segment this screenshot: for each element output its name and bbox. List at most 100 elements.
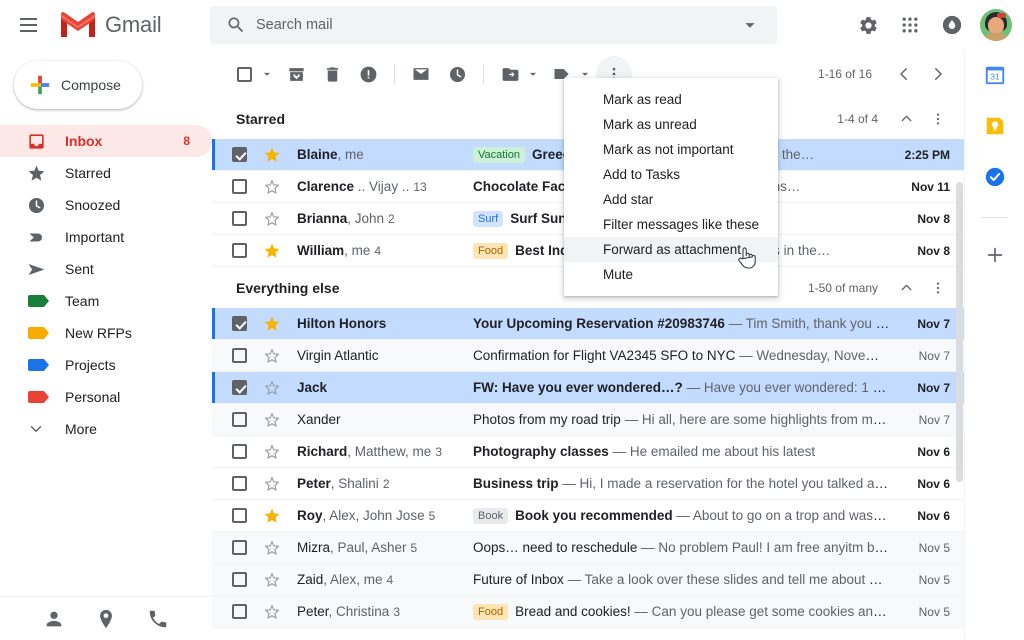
row-checkbox[interactable] <box>232 348 247 363</box>
sidebar: Compose Inbox 8 Starred Snoozed Important Sen… <box>0 50 212 640</box>
row-date: Nov 6 <box>917 444 950 459</box>
avatar[interactable] <box>980 9 1012 41</box>
row-checkbox[interactable] <box>232 412 247 427</box>
move-to-chevron-down-icon[interactable] <box>526 67 540 81</box>
plus-icon[interactable] <box>984 244 1006 266</box>
table-row[interactable]: Virgin Atlantic Confirmation for Flight V… <box>212 340 964 372</box>
menu-item-add-to-tasks[interactable]: Add to Tasks <box>564 162 778 187</box>
star-icon[interactable] <box>263 443 281 461</box>
menu-item-mark-as-not-important[interactable]: Mark as not important <box>564 137 778 162</box>
sidebar-item-new-rfps[interactable]: New RFPs <box>0 317 212 349</box>
mark-unread-button[interactable] <box>403 56 439 92</box>
sidebar-item-team[interactable]: Team <box>0 285 212 317</box>
table-row[interactable]: Peter, Shalini 2 Business trip — Hi, I mad… <box>212 468 964 500</box>
row-checkbox[interactable] <box>232 572 247 587</box>
menu-item-mark-as-read[interactable]: Mark as read <box>564 87 778 112</box>
report-spam-button[interactable] <box>350 56 386 92</box>
google-calendar-icon[interactable]: 31 <box>984 64 1006 86</box>
row-checkbox[interactable] <box>232 211 247 226</box>
row-subject: Business trip <box>473 476 559 491</box>
section-more-button[interactable] <box>922 103 954 135</box>
google-apps-button[interactable] <box>890 5 930 45</box>
notifications-button[interactable] <box>932 5 972 45</box>
scrollbar-thumb[interactable] <box>956 182 963 482</box>
sidebar-item-snoozed[interactable]: Snoozed <box>0 189 212 221</box>
star-icon[interactable] <box>263 315 281 333</box>
row-checkbox[interactable] <box>232 444 247 459</box>
row-checkbox[interactable] <box>232 540 247 555</box>
snooze-button[interactable] <box>439 56 475 92</box>
select-all-chevron-down-icon[interactable] <box>260 67 274 81</box>
settings-button[interactable] <box>848 5 888 45</box>
table-row[interactable]: Mizra, Paul, Asher 5 Oops… need to resched… <box>212 532 964 564</box>
row-checkbox[interactable] <box>232 476 247 491</box>
archive-button[interactable] <box>278 56 314 92</box>
search-bar[interactable] <box>210 6 777 44</box>
table-row[interactable]: Roy, Alex, John Jose 5 Book Book you recomm… <box>212 500 964 532</box>
search-input[interactable] <box>256 17 739 33</box>
google-keep-icon[interactable] <box>984 115 1006 137</box>
star-icon[interactable] <box>263 242 281 260</box>
table-row[interactable]: Peter, Christina 3 Food Bread and cookies! … <box>212 596 964 628</box>
menu-item-add-star[interactable]: Add star <box>564 187 778 212</box>
row-checkbox[interactable] <box>232 604 247 619</box>
chat-pin-icon[interactable] <box>95 608 117 630</box>
search-options-chevron-down-icon[interactable] <box>739 14 761 36</box>
table-row[interactable]: Richard, Matthew, me 3 Photography classes… <box>212 436 964 468</box>
row-checkbox[interactable] <box>232 243 247 258</box>
person-icon[interactable] <box>43 608 65 630</box>
menu-item-forward-as-attachment[interactable]: Forward as attachment <box>564 237 778 262</box>
select-all-checkbox[interactable] <box>226 56 262 92</box>
sidebar-item-starred[interactable]: Starred <box>0 157 212 189</box>
prev-page-button[interactable] <box>888 58 920 90</box>
move-to-button[interactable] <box>492 56 528 92</box>
label-chip[interactable]: Book <box>473 507 509 524</box>
star-icon[interactable] <box>263 146 281 164</box>
sidebar-item-sent[interactable]: Sent <box>0 253 212 285</box>
star-icon[interactable] <box>263 178 281 196</box>
table-row[interactable]: Jack FW: Have you ever wondered…? — Have … <box>212 372 964 404</box>
main-menu-hamburger-icon[interactable] <box>8 5 48 45</box>
row-checkbox[interactable] <box>232 179 247 194</box>
sender-primary: Brianna <box>297 211 348 226</box>
star-icon[interactable] <box>263 475 281 493</box>
list-scrollbar[interactable] <box>956 182 963 640</box>
google-tasks-icon[interactable] <box>984 166 1006 188</box>
table-row[interactable]: Xander Photos from my road trip — Hi all,… <box>212 404 964 436</box>
menu-item-mute[interactable]: Mute <box>564 262 778 287</box>
sidebar-item-personal[interactable]: Personal <box>0 381 212 413</box>
sidebar-item-projects[interactable]: Projects <box>0 349 212 381</box>
star-icon[interactable] <box>263 603 281 621</box>
table-row[interactable]: Hilton Honors Your Upcoming Reservation #… <box>212 308 964 340</box>
star-icon[interactable] <box>263 507 281 525</box>
star-icon[interactable] <box>263 210 281 228</box>
star-icon[interactable] <box>263 379 281 397</box>
next-page-button[interactable] <box>922 58 954 90</box>
phone-icon[interactable] <box>147 608 169 630</box>
star-icon[interactable] <box>263 571 281 589</box>
sidebar-item-important[interactable]: Important <box>0 221 212 253</box>
menu-item-mark-as-unread[interactable]: Mark as unread <box>564 112 778 137</box>
label-chip[interactable]: Food <box>473 603 509 620</box>
sidebar-item-more[interactable]: More <box>0 413 212 445</box>
section-collapse-button[interactable] <box>890 272 922 304</box>
menu-item-label: Mark as read <box>603 92 682 107</box>
row-checkbox[interactable] <box>232 380 247 395</box>
label-chip[interactable]: Food <box>473 242 509 259</box>
section-more-button[interactable] <box>922 272 954 304</box>
menu-item-filter-messages-like-these[interactable]: Filter messages like these <box>564 212 778 237</box>
more-actions-menu[interactable]: Mark as read Mark as unread Mark as not im… <box>564 78 778 296</box>
row-checkbox[interactable] <box>232 316 247 331</box>
row-checkbox[interactable] <box>232 508 247 523</box>
section-collapse-button[interactable] <box>890 103 922 135</box>
label-chip[interactable]: Vacation <box>473 146 525 163</box>
delete-button[interactable] <box>314 56 350 92</box>
star-icon[interactable] <box>263 411 281 429</box>
sidebar-item-inbox[interactable]: Inbox 8 <box>0 125 212 157</box>
row-checkbox[interactable] <box>232 147 247 162</box>
star-icon[interactable] <box>263 539 281 557</box>
compose-button[interactable]: Compose <box>14 61 142 109</box>
star-icon[interactable] <box>263 347 281 365</box>
table-row[interactable]: Zaid, Alex, me 4 Future of Inbox — Take a … <box>212 564 964 596</box>
label-chip[interactable]: Surf <box>473 210 504 227</box>
